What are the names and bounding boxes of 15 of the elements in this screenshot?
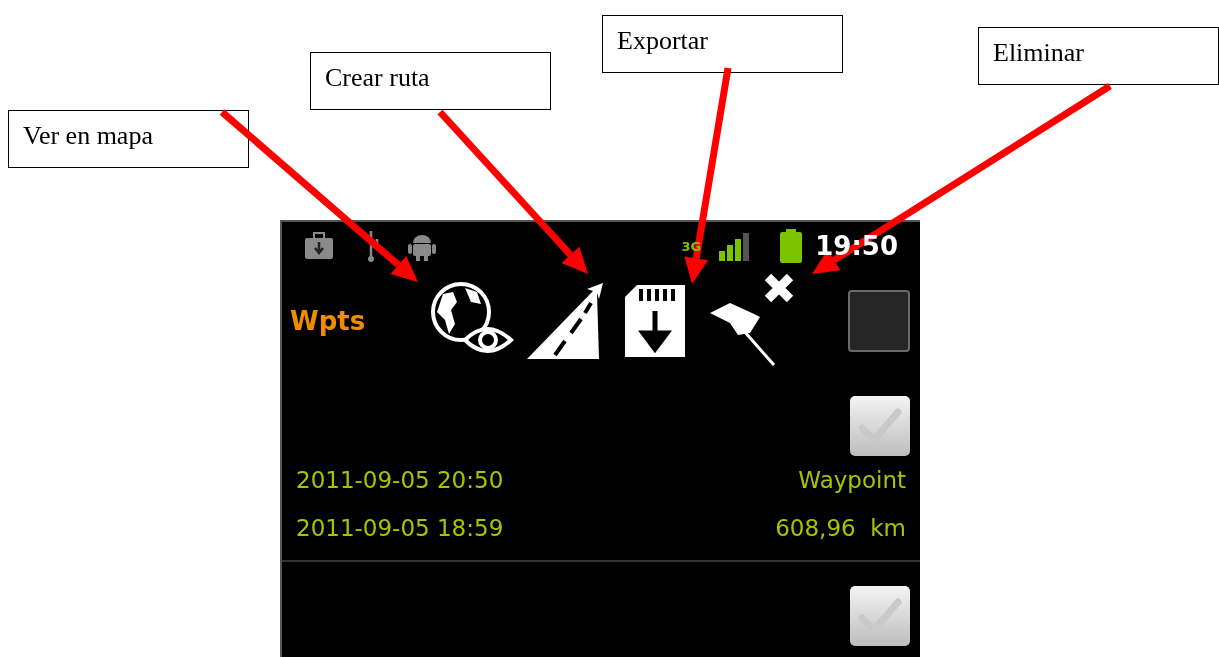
checkbox[interactable]: [850, 586, 910, 646]
callout-label: Crear ruta: [310, 52, 551, 110]
detail-value: Waypoint: [798, 466, 906, 495]
detail-value: 608,96 km: [775, 514, 906, 543]
checkbox[interactable]: [850, 396, 910, 456]
date-time: 2011-09-05 18:59: [296, 514, 504, 543]
date-time: 2011-09-05 20:50: [296, 466, 504, 495]
signal-icon: [719, 231, 752, 261]
callout-label: Ver en mapa: [8, 110, 249, 168]
callout-label: Exportar: [602, 15, 843, 73]
download-icon: [304, 232, 334, 260]
callout-label: Eliminar: [978, 27, 1219, 85]
screen-title: Wpts: [290, 304, 367, 338]
checkbox[interactable]: [848, 290, 910, 352]
battery-icon: [779, 229, 804, 263]
